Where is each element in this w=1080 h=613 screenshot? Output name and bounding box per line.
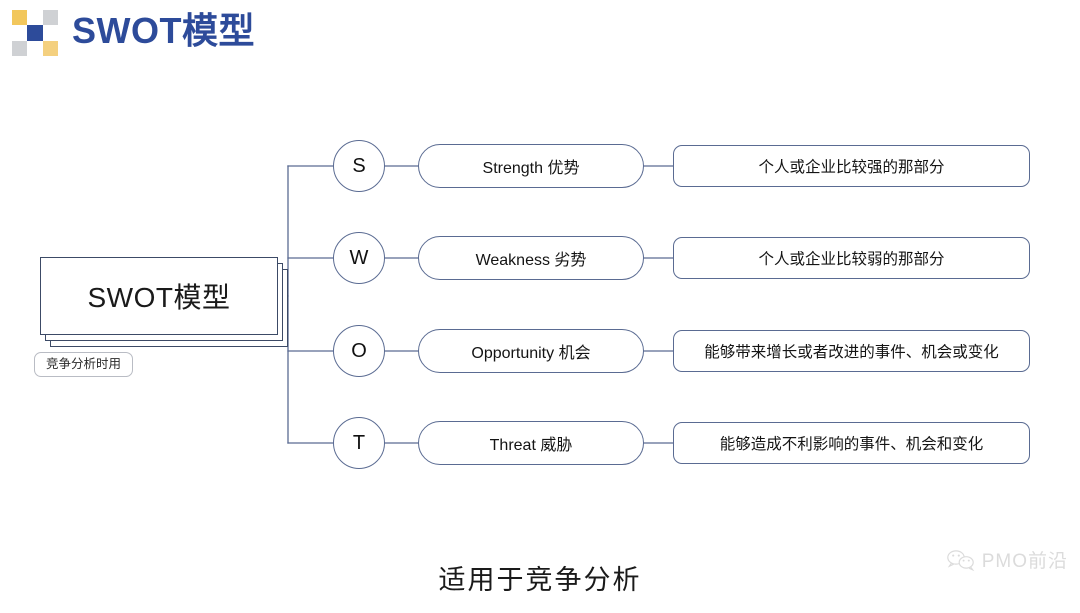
logo-tile-2 xyxy=(27,10,43,26)
term-pill-opportunity[interactable]: Opportunity 机会 xyxy=(418,329,644,373)
logo-tile-4 xyxy=(12,25,28,41)
page-title: SWOT模型 xyxy=(72,10,255,51)
letter-circle-o-label: O xyxy=(351,339,367,362)
term-pill-threat[interactable]: Threat 威胁 xyxy=(418,421,644,465)
logo-tile-6 xyxy=(42,25,58,41)
wechat-icon xyxy=(946,549,975,571)
term-pill-strength-label: Strength 优势 xyxy=(482,160,580,177)
logo-tile-1 xyxy=(12,10,28,26)
watermark: PMO前沿 xyxy=(946,546,1068,573)
letter-circle-t[interactable]: T xyxy=(333,417,385,469)
footer-caption: 适用于竞争分析 xyxy=(438,565,642,595)
letter-circle-w[interactable]: W xyxy=(333,232,385,284)
description-box-strength-label: 个人或企业比较强的那部分 xyxy=(758,159,945,176)
term-pill-opportunity-label: Opportunity 机会 xyxy=(471,345,591,362)
page-header: SWOT模型 xyxy=(0,0,1080,62)
logo-tile-8 xyxy=(27,40,43,56)
description-box-threat-label: 能够造成不利影响的事件、机会和变化 xyxy=(719,436,984,453)
root-node-tag: 竞争分析时用 xyxy=(34,352,134,377)
letter-circle-s-label: S xyxy=(352,154,366,177)
logo-tile-5 xyxy=(27,25,43,41)
letter-circle-t-label: T xyxy=(352,431,366,454)
description-box-strength[interactable]: 个人或企业比较强的那部分 xyxy=(673,145,1030,187)
description-box-threat[interactable]: 能够造成不利影响的事件、机会和变化 xyxy=(673,422,1030,464)
term-pill-strength[interactable]: Strength 优势 xyxy=(418,144,644,188)
term-pill-threat-label: Threat 威胁 xyxy=(489,437,573,454)
logo-tile-9 xyxy=(42,40,58,56)
root-node[interactable]: SWOT模型 xyxy=(40,257,288,347)
diagram-canvas: SWOT模型 竞争分析时用 S W O T Strength 优势 Weakne… xyxy=(0,62,1080,613)
description-box-opportunity[interactable]: 能够带来增长或者改进的事件、机会或变化 xyxy=(673,330,1030,372)
swot-logo-grid xyxy=(12,10,58,56)
logo-tile-3 xyxy=(42,10,58,26)
description-box-weakness-label: 个人或企业比较弱的那部分 xyxy=(758,251,945,268)
term-pill-weakness[interactable]: Weakness 劣势 xyxy=(418,236,644,280)
letter-circle-w-label: W xyxy=(349,246,369,269)
watermark-text: PMO前沿 xyxy=(981,551,1068,572)
term-pill-weakness-label: Weakness 劣势 xyxy=(475,252,587,269)
root-node-label: SWOT模型 xyxy=(87,282,231,313)
description-box-opportunity-label: 能够带来增长或者改进的事件、机会或变化 xyxy=(704,344,999,361)
letter-circle-s[interactable]: S xyxy=(333,140,385,192)
description-box-weakness[interactable]: 个人或企业比较弱的那部分 xyxy=(673,237,1030,279)
letter-circle-o[interactable]: O xyxy=(333,325,385,377)
logo-tile-7 xyxy=(12,40,28,56)
root-node-front: SWOT模型 xyxy=(40,257,278,335)
